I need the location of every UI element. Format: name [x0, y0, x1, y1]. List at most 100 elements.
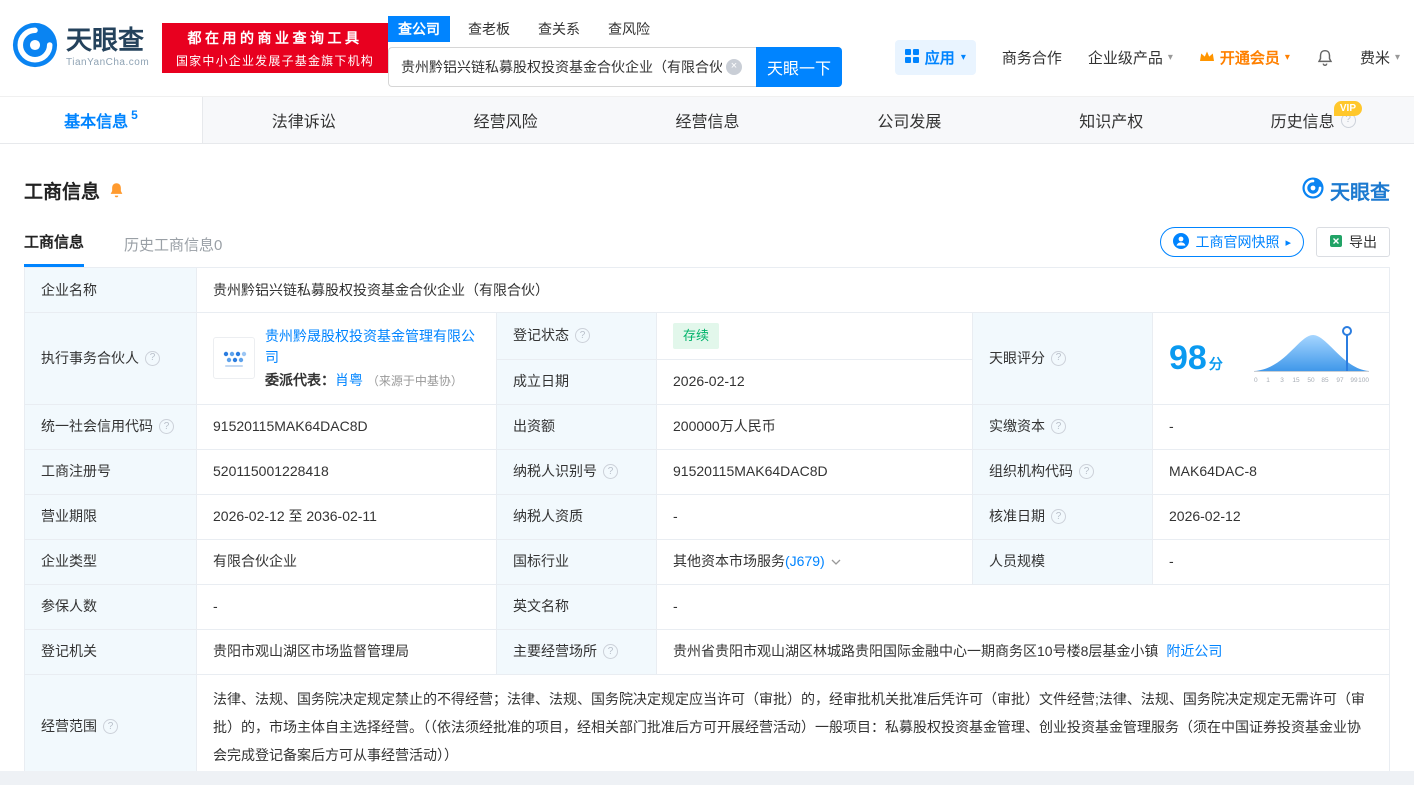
field-label: 企业名称 — [25, 268, 197, 313]
address-cell: 贵州省贵阳市观山湖区林城路贵阳国际金融中心一期商务区10号楼8层基金小镇 附近公… — [657, 629, 1390, 675]
registration-authority-value: 贵阳市观山湖区市场监督管理局 — [197, 629, 497, 675]
table-row: 营业期限 2026-02-12 至 2036-02-11 纳税人资质 - 核准日… — [25, 494, 1390, 540]
registration-number-value: 520115001228418 — [197, 449, 497, 495]
help-icon[interactable]: ? — [159, 419, 174, 434]
partner-logo[interactable] — [213, 337, 255, 380]
table-row: 企业类型 有限合伙企业 国标行业 其他资本市场服务 (J679) 人员规模 - — [25, 539, 1390, 585]
subtab-business-info[interactable]: 工商信息 — [24, 231, 85, 267]
tab-company-development[interactable]: 公司发展 — [808, 97, 1010, 143]
menu-cooperation[interactable]: 商务合作 — [1002, 47, 1062, 68]
search-input[interactable] — [388, 47, 756, 87]
score-value: 98 分 — [1169, 338, 1223, 377]
person-icon — [1173, 232, 1190, 252]
header-menu: 应用 ▾ 商务合作 企业级产品 ▾ 开通会员 ▾ 费米 ▾ — [894, 40, 1400, 75]
registration-status-cell: 存续 — [657, 313, 973, 360]
menu-enterprise[interactable]: 企业级产品 ▾ — [1088, 47, 1173, 68]
chevron-down-icon[interactable] — [831, 559, 841, 565]
table-row: 统一社会信用代码 ? 91520115MAK64DAC8D 出资额 200000… — [25, 404, 1390, 450]
field-label: 企业类型 — [25, 539, 197, 585]
chevron-down-icon: ▾ — [960, 52, 966, 63]
help-icon[interactable]: ? — [603, 644, 618, 659]
grid-icon — [904, 48, 919, 67]
taxpayer-id-value: 91520115MAK64DAC8D — [657, 449, 973, 495]
help-icon[interactable]: ? — [145, 350, 160, 366]
tab-label: 基本信息 — [64, 114, 129, 131]
chevron-down-icon: ▾ — [1167, 52, 1173, 63]
tab-label: 法律诉讼 — [271, 114, 336, 131]
export-button[interactable]: 导出 — [1316, 227, 1390, 257]
capital-value: 200000万人民币 — [657, 404, 973, 450]
clear-search-icon[interactable]: × — [726, 59, 742, 75]
user-menu[interactable]: 费米 ▾ — [1360, 47, 1400, 68]
table-row: 经营范围 ? 法律、法规、国务院决定规定禁止的不得经营；法律、法规、国务院决定规… — [25, 674, 1390, 780]
notification-bell-icon[interactable] — [1316, 49, 1334, 67]
delegate-source: （来源于中基协） — [366, 373, 463, 388]
score-distribution-chart: 0 1 3 15 50 85 97 99 100 — [1251, 323, 1373, 393]
svg-text:3: 3 — [1280, 377, 1284, 384]
industry-code-link[interactable]: (J679) — [785, 551, 825, 572]
paid-capital-value: - — [1153, 404, 1390, 450]
brand-eye-icon — [12, 22, 58, 73]
table-row: 企业名称 贵州黔铝兴链私募股权投资基金合伙企业（有限合伙） — [25, 268, 1390, 313]
help-icon[interactable]: ? — [1051, 509, 1066, 524]
apps-menu[interactable]: 应用 ▾ — [894, 40, 976, 75]
company-type-value: 有限合伙企业 — [197, 539, 497, 585]
status-date-group: 登记状态 ? 存续 成立日期 2026-02-12 — [497, 313, 973, 405]
tab-intellectual-property[interactable]: 知识产权 — [1010, 97, 1212, 143]
delegate-name-link[interactable]: 肖粤 — [335, 372, 363, 388]
table-row: 执行事务合伙人 ? 贵州黔晟股权投资基金管理有限公司 委派代表：肖粤 （来源于中… — [25, 313, 1390, 405]
business-info-table: 企业名称 贵州黔铝兴链私募股权投资基金合伙企业（有限合伙） 执行事务合伙人 ? — [24, 267, 1390, 780]
svg-text:85: 85 — [1321, 377, 1329, 384]
nearby-companies-link[interactable]: 附近公司 — [1166, 641, 1222, 662]
tianyancha-logo[interactable]: 天眼查 TianYanCha.com — [12, 22, 149, 73]
tab-operating-info[interactable]: 经营信息 — [607, 97, 809, 143]
delegate-line: 委派代表：肖粤 （来源于中基协） — [265, 370, 480, 391]
search-tabs: 查公司 查老板 查关系 查风险 — [388, 16, 842, 42]
menu-vip[interactable]: 开通会员 ▾ — [1199, 47, 1290, 68]
credit-code-value: 91520115MAK64DAC8D — [197, 404, 497, 450]
chevron-down-icon: ▾ — [1284, 52, 1290, 63]
svg-text:15: 15 — [1292, 377, 1300, 384]
help-icon[interactable]: ? — [603, 464, 618, 479]
svg-text:0: 0 — [1254, 377, 1258, 384]
tab-operating-risk[interactable]: 经营风险 — [405, 97, 607, 143]
search-tab-company[interactable]: 查公司 — [388, 16, 450, 42]
search-tab-boss[interactable]: 查老板 — [458, 16, 520, 42]
slogan-banner: 都在用的商业查询工具 国家中小企业发展子基金旗下机构 — [162, 23, 388, 73]
company-name-value: 贵州黔铝兴链私募股权投资基金合伙企业（有限合伙） — [197, 268, 1390, 313]
tab-legal-proceedings[interactable]: 法律诉讼 — [203, 97, 405, 143]
help-icon[interactable]: ? — [575, 328, 590, 344]
business-scope-value: 法律、法规、国务院决定规定禁止的不得经营；法律、法规、国务院决定规定应当许可（审… — [197, 674, 1390, 780]
tab-label: 知识产权 — [1079, 114, 1144, 131]
subscribe-bell-icon[interactable] — [108, 182, 125, 199]
field-label: 出资额 — [497, 404, 657, 450]
brand-name: 天眼查 — [1330, 182, 1390, 204]
search-tab-relation[interactable]: 查关系 — [528, 16, 590, 42]
official-snapshot-button[interactable]: 工商官网快照 ▸ — [1160, 227, 1304, 257]
field-label: 经营范围 ? — [25, 674, 197, 780]
help-icon[interactable]: ? — [103, 719, 118, 734]
subtab-row: 工商信息 历史工商信息0 工商官网快照 ▸ 导出 — [24, 227, 1390, 267]
arrow-right-icon: ▸ — [1285, 236, 1291, 249]
help-icon[interactable]: ? — [1051, 419, 1066, 434]
help-icon[interactable]: ? — [1051, 350, 1066, 366]
industry-cell: 其他资本市场服务 (J679) — [657, 539, 973, 585]
svg-text:99: 99 — [1350, 377, 1358, 384]
insured-count-value: - — [197, 584, 497, 630]
tab-basic-info[interactable]: 基本信息 5 — [0, 97, 203, 143]
main-content: 工商信息 天眼查 工商信息 历史工商信息0 工商官网快照 ▸ 导出 企业名称 贵… — [0, 144, 1414, 780]
brand-domain: TianYanCha.com — [66, 57, 150, 68]
export-label: 导出 — [1349, 234, 1377, 250]
industry-value: 其他资本市场服务 — [673, 553, 785, 569]
tab-label: 公司发展 — [877, 114, 942, 131]
help-icon[interactable]: ? — [1079, 464, 1094, 479]
tab-label: 历史信息 — [1270, 114, 1335, 131]
search-tab-risk[interactable]: 查风险 — [598, 16, 660, 42]
search-button[interactable]: 天眼一下 — [756, 47, 842, 87]
partner-company-link[interactable]: 贵州黔晟股权投资基金管理有限公司 — [265, 328, 475, 365]
staff-size-value: - — [1153, 539, 1390, 585]
tab-history-info[interactable]: VIP 历史信息 ? — [1212, 97, 1414, 143]
brand-eye-icon — [1302, 177, 1324, 204]
apps-label: 应用 — [924, 50, 955, 67]
subtab-history-business-info[interactable]: 历史工商信息0 — [124, 234, 222, 267]
